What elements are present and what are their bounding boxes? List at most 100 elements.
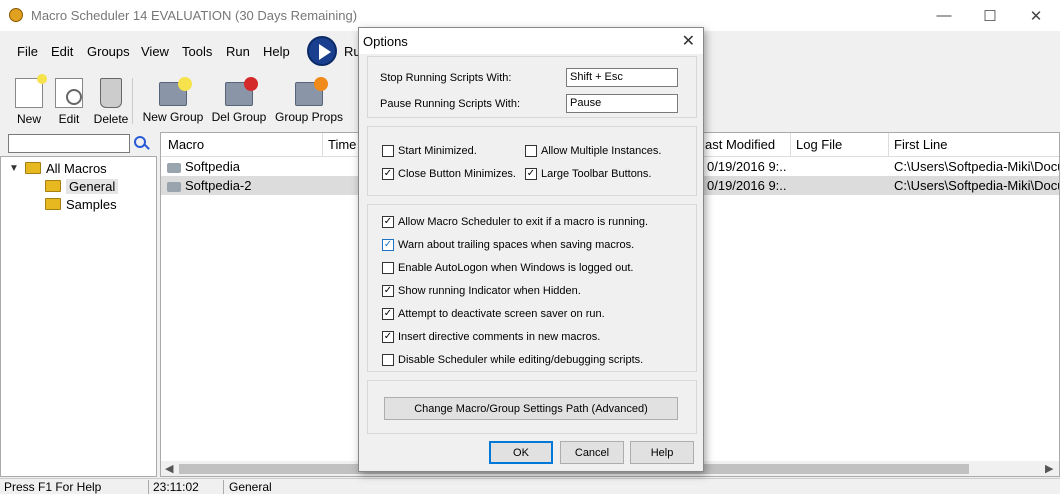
checkbox-label: Start Minimized.	[398, 145, 477, 157]
dialog-title: Options	[363, 34, 408, 49]
status-time: 23:11:02	[153, 480, 199, 494]
new-group-button-label: New Group	[142, 110, 204, 124]
cancel-button[interactable]: Cancel	[560, 441, 624, 464]
checkbox-box	[525, 145, 537, 157]
checkmark-icon: ✓	[382, 216, 394, 228]
window-options-group: Start Minimized. Allow Multiple Instance…	[367, 126, 697, 196]
checkbox-label: Insert directive comments in new macros.	[398, 331, 601, 343]
checkmark-icon: ✓	[382, 239, 394, 251]
scroll-right-icon[interactable]: ▶	[1045, 462, 1053, 475]
search-icon[interactable]	[134, 136, 146, 148]
macro-icon	[167, 162, 181, 173]
show-running-indicator-checkbox[interactable]: ✓ Show running Indicator when Hidden.	[382, 285, 581, 297]
status-bar: Press F1 For Help 23:11:02 General	[0, 478, 1060, 494]
macro-name: Softpedia	[185, 159, 240, 174]
column-divider[interactable]	[322, 133, 323, 157]
menu-tools[interactable]: Tools	[182, 44, 212, 59]
checkbox-label: Enable AutoLogon when Windows is logged …	[398, 262, 634, 274]
dialog-close-icon[interactable]: ✕	[682, 31, 695, 51]
enable-autologon-checkbox[interactable]: Enable AutoLogon when Windows is logged …	[382, 262, 633, 274]
hotkey-group: Stop Running Scripts With: Shift + Esc P…	[367, 56, 697, 118]
checkmark-icon: ✓	[382, 331, 394, 343]
deactivate-screensaver-checkbox[interactable]: ✓ Attempt to deactivate screen saver on …	[382, 308, 605, 320]
checkbox-label: Close Button Minimizes.	[398, 168, 516, 180]
tree-search-input[interactable]	[8, 134, 130, 153]
menu-groups[interactable]: Groups	[87, 44, 130, 59]
new-group-button[interactable]: New Group	[142, 72, 204, 128]
column-time[interactable]: Time	[328, 137, 356, 152]
close-button-minimizes-checkbox[interactable]: ✓ Close Button Minimizes.	[382, 168, 516, 180]
checkmark-icon: ✓	[382, 285, 394, 297]
tree-item-label: General	[66, 178, 119, 194]
folder-icon	[25, 162, 41, 174]
behavior-options-group: ✓ Allow Macro Scheduler to exit if a mac…	[367, 204, 697, 372]
allow-exit-checkbox[interactable]: ✓ Allow Macro Scheduler to exit if a mac…	[382, 216, 648, 228]
column-first-line[interactable]: First Line	[894, 137, 947, 152]
large-toolbar-buttons-checkbox[interactable]: ✓ Large Toolbar Buttons.	[525, 168, 651, 180]
ok-button[interactable]: OK	[489, 441, 553, 464]
run-play-icon[interactable]	[307, 36, 337, 66]
column-divider[interactable]	[888, 133, 889, 157]
start-minimized-checkbox[interactable]: Start Minimized.	[382, 145, 477, 157]
scroll-left-icon[interactable]: ◀	[165, 462, 173, 475]
delete-button[interactable]: Delete	[91, 72, 131, 128]
allow-multiple-instances-checkbox[interactable]: Allow Multiple Instances.	[525, 145, 661, 157]
checkbox-label: Warn about trailing spaces when saving m…	[398, 239, 635, 251]
checkmark-icon: ✓	[382, 168, 394, 180]
macro-name-cell: Softpedia-2	[167, 178, 252, 193]
disable-scheduler-checkbox[interactable]: Disable Scheduler while editing/debuggin…	[382, 354, 643, 366]
tree-item-all-macros[interactable]: ▼ All Macros	[9, 159, 107, 177]
group-props-folder-icon	[295, 77, 328, 106]
help-button[interactable]: Help	[630, 441, 694, 464]
close-button[interactable]: ✕	[1013, 0, 1059, 31]
column-macro[interactable]: Macro	[168, 137, 204, 152]
folder-icon	[45, 198, 61, 210]
modified-cell: 0/19/2016 9:...	[707, 159, 787, 174]
checkbox-label: Attempt to deactivate screen saver on ru…	[398, 308, 605, 320]
minimize-button[interactable]: —	[921, 0, 967, 31]
checkbox-box	[382, 262, 394, 274]
change-settings-path-button[interactable]: Change Macro/Group Settings Path (Advanc…	[384, 397, 678, 420]
edit-button[interactable]: Edit	[54, 72, 84, 128]
column-divider[interactable]	[790, 133, 791, 157]
group-props-button[interactable]: Group Props	[275, 72, 343, 128]
status-help: Press F1 For Help	[4, 480, 102, 494]
menu-file[interactable]: File	[17, 44, 38, 59]
options-dialog: Options ✕ Stop Running Scripts With: Shi…	[358, 27, 704, 472]
group-props-button-label: Group Props	[274, 110, 344, 124]
new-button[interactable]: New	[12, 72, 47, 128]
toolbar-separator	[132, 78, 133, 124]
tree-item-label: Samples	[66, 196, 117, 212]
pause-hotkey-field[interactable]: Pause	[566, 94, 678, 113]
checkbox-label: Show running Indicator when Hidden.	[398, 285, 581, 297]
stop-hotkey-field[interactable]: Shift + Esc	[566, 68, 678, 87]
checkbox-label: Large Toolbar Buttons.	[541, 168, 652, 180]
checkbox-label: Allow Multiple Instances.	[541, 145, 662, 157]
new-document-icon	[15, 74, 47, 108]
column-log-file[interactable]: Log File	[796, 137, 842, 152]
modified-cell: 0/19/2016 9:...	[707, 178, 787, 193]
status-divider	[148, 480, 149, 494]
maximize-button[interactable]: ☐	[967, 0, 1013, 31]
del-group-button[interactable]: Del Group	[211, 72, 267, 128]
group-tree: ▼ All Macros General Samples	[0, 156, 157, 477]
path-group: Change Macro/Group Settings Path (Advanc…	[367, 380, 697, 434]
menu-edit[interactable]: Edit	[51, 44, 73, 59]
edit-document-icon	[55, 78, 83, 108]
insert-directive-comments-checkbox[interactable]: ✓ Insert directive comments in new macro…	[382, 331, 600, 343]
tree-item-samples[interactable]: Samples	[45, 195, 117, 213]
checkbox-box	[382, 354, 394, 366]
warn-trailing-spaces-checkbox[interactable]: ✓ Warn about trailing spaces when saving…	[382, 239, 634, 251]
trash-icon	[100, 78, 122, 108]
macro-name: Softpedia-2	[185, 178, 252, 193]
first-line-cell: C:\Users\Softpedia-Miki\Docur	[894, 178, 1060, 193]
menu-view[interactable]: View	[141, 44, 169, 59]
app-icon	[9, 8, 23, 22]
menu-run[interactable]: Run	[226, 44, 250, 59]
menu-bar: File Edit Groups View Tools Run Help	[0, 38, 360, 64]
menu-help[interactable]: Help	[263, 44, 290, 59]
column-last-modified[interactable]: ast Modified	[705, 137, 775, 152]
chevron-down-icon[interactable]: ▼	[9, 163, 19, 174]
del-group-button-label: Del Group	[211, 110, 267, 124]
tree-item-general[interactable]: General	[45, 177, 119, 195]
